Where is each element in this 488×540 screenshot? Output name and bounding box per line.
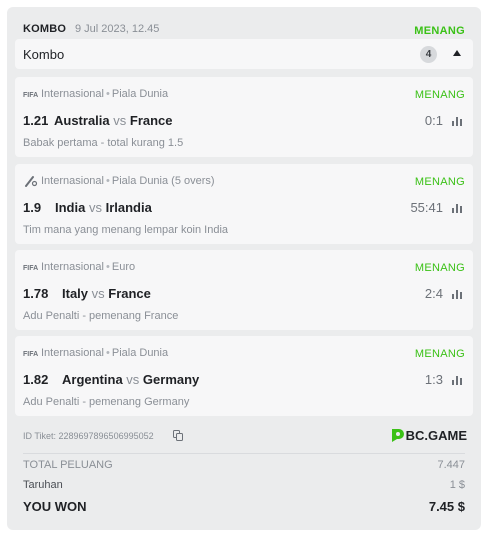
bet-result-badge: MENANG: [414, 348, 465, 360]
bet-odds: 1.21: [23, 113, 49, 128]
match-score: 1:3: [424, 372, 443, 387]
stats-icon[interactable]: [452, 115, 464, 126]
bet-meta: FIFA Internasional • Piala Dunia: [23, 346, 168, 360]
total-odds-value: 7.447: [437, 459, 465, 471]
separator-dot: •: [106, 261, 110, 273]
fifa-icon: FIFA: [23, 351, 38, 358]
stats-icon[interactable]: [452, 288, 464, 299]
bet-category: Internasional: [41, 175, 104, 187]
bet-category: Internasional: [41, 347, 104, 359]
bet-meta: FIFA Internasional • Piala Dunia: [23, 87, 168, 101]
copy-icon[interactable]: [173, 430, 183, 441]
home-team: India: [55, 200, 86, 215]
away-team: France: [129, 113, 173, 128]
bet-result-badge: MENANG: [414, 89, 465, 101]
bc-game-logo-icon: [391, 429, 404, 442]
bet-odds: 1.9: [23, 200, 42, 215]
stake-row: Taruhan 1 $: [23, 479, 465, 493]
bet-market: Adu Penalti - pemenang France: [23, 310, 179, 322]
bet-market: Babak pertama - total kurang 1.5: [23, 137, 184, 149]
bet-card: FIFA Internasional • Piala Dunia MENANG 1.2…: [15, 77, 473, 157]
svg-text:FIFA: FIFA: [23, 92, 38, 99]
separator-dot: •: [106, 175, 110, 187]
collapse-arrow-icon[interactable]: [453, 50, 461, 56]
match-score: 55:41: [410, 200, 443, 215]
away-team: Irlandia: [105, 200, 152, 215]
bet-league: Piala Dunia (5 overs): [111, 175, 215, 187]
bet-result-badge: MENANG: [414, 262, 465, 274]
svg-text:FIFA: FIFA: [23, 351, 38, 358]
stake-label: Taruhan: [23, 479, 63, 491]
combo-label: Kombo: [23, 47, 65, 62]
combo-toggle-bar[interactable]: Kombo 4: [15, 39, 473, 69]
brand-name: BC.GAME: [405, 428, 467, 443]
bet-market: Tim mana yang menang lempar koin India: [23, 224, 229, 236]
ticket-status-badge: MENANG: [414, 25, 465, 37]
stats-icon[interactable]: [452, 374, 464, 385]
bet-category: Internasional: [41, 88, 104, 100]
svg-text:FIFA: FIFA: [23, 265, 38, 272]
total-odds-row: TOTAL PELUANG 7.447: [23, 459, 465, 473]
bet-league: Euro: [111, 261, 136, 273]
bet-teams: Australia vs France: [54, 113, 173, 128]
total-odds-label: TOTAL PELUANG: [23, 459, 113, 471]
bet-odds: 1.78: [23, 286, 49, 301]
stats-icon[interactable]: [452, 202, 464, 213]
winnings-value: 7.45 $: [428, 499, 465, 514]
home-team: Italy: [62, 286, 89, 301]
brand-logo: BC.GAME: [390, 428, 467, 444]
vs-label: vs: [126, 372, 140, 387]
winnings-row: YOU WON 7.45 $: [23, 499, 465, 514]
ticket-id: ID Tiket: 2289697896506995052: [23, 431, 154, 441]
bet-card: Internasional • Piala Dunia (5 overs) MENA…: [15, 164, 473, 244]
vs-label: vs: [91, 286, 105, 301]
bet-odds: 1.82: [23, 372, 49, 387]
away-team: France: [108, 286, 151, 301]
match-score: 0:1: [424, 113, 443, 128]
bet-date: 9 Jul 2023, 12.45: [75, 23, 160, 35]
bet-league: Piala Dunia: [111, 347, 169, 359]
winnings-label: YOU WON: [23, 499, 87, 514]
fifa-icon: FIFA: [23, 92, 38, 99]
cricket-icon: [25, 176, 38, 187]
bet-card: FIFA Internasional • Piala Dunia MENANG 1.8…: [15, 336, 473, 416]
bet-result-badge: MENANG: [414, 176, 465, 188]
bet-league: Piala Dunia: [111, 88, 169, 100]
separator-dot: •: [106, 347, 110, 359]
vs-label: vs: [88, 200, 102, 215]
bet-meta: Internasional • Piala Dunia (5 overs): [23, 174, 215, 188]
home-team: Australia: [54, 113, 110, 128]
bet-ticket: KOMBO 9 Jul 2023, 12.45 MENANG Kombo 4 F…: [7, 7, 481, 530]
bet-category: Internasional: [41, 261, 104, 273]
bet-teams: Italy vs France: [62, 286, 151, 301]
bet-meta: FIFA Internasional • Euro: [23, 260, 135, 274]
bet-card: FIFA Internasional • Euro MENANG 1.78 Italy…: [15, 250, 473, 330]
divider: [23, 453, 465, 454]
bet-type: KOMBO: [23, 23, 67, 35]
stake-value: 1 $: [449, 479, 465, 491]
fifa-icon: FIFA: [23, 265, 38, 272]
bet-teams: Argentina vs Germany: [62, 372, 199, 387]
separator-dot: •: [106, 88, 110, 100]
bet-teams: India vs Irlandia: [55, 200, 152, 215]
away-team: Germany: [142, 372, 200, 387]
combo-count-badge: 4: [420, 46, 437, 63]
home-team: Argentina: [62, 372, 123, 387]
bet-market: Adu Penalti - pemenang Germany: [23, 396, 190, 408]
vs-label: vs: [113, 113, 127, 128]
ticket-header: KOMBO 9 Jul 2023, 12.45 MENANG: [23, 17, 465, 41]
match-score: 2:4: [424, 286, 443, 301]
